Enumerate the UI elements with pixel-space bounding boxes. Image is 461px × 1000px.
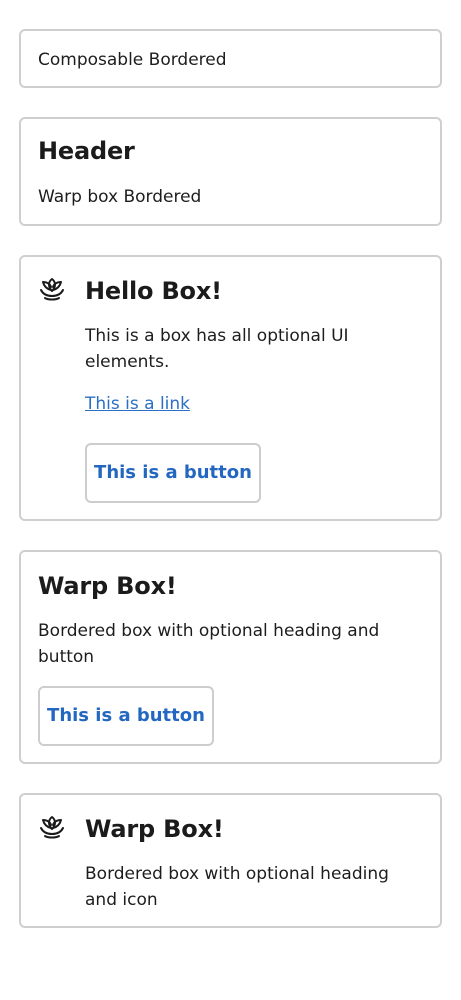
box-heading: Warp Box!: [85, 815, 224, 843]
lotus-icon: [40, 816, 64, 839]
box-body-text: Composable Bordered: [38, 50, 227, 70]
box-body-text: Warp box Bordered: [38, 187, 202, 207]
box-heading: Hello Box!: [85, 277, 222, 305]
composable-bordered-box: Composable Bordered: [19, 29, 442, 88]
warp-box-with-button: Warp Box! Bordered box with optional hea…: [19, 550, 442, 764]
example-button[interactable]: This is a button: [38, 686, 214, 746]
box-body-text: This is a box has all optional UI elemen…: [85, 326, 349, 372]
header-box: Header Warp box Bordered: [19, 117, 442, 226]
warp-box-with-icon: Warp Box! Bordered box with optional hea…: [19, 793, 442, 928]
box-body-text: Bordered box with optional heading and b…: [38, 621, 380, 667]
lotus-icon: [40, 278, 64, 301]
example-button[interactable]: This is a button: [85, 443, 261, 503]
box-body-text: Bordered box with optional heading and i…: [85, 864, 389, 910]
example-link[interactable]: This is a link: [85, 391, 190, 417]
box-heading: Warp Box!: [38, 572, 177, 600]
box-heading: Header: [38, 137, 135, 165]
hello-box: Hello Box! This is a box has all optiona…: [19, 255, 442, 521]
